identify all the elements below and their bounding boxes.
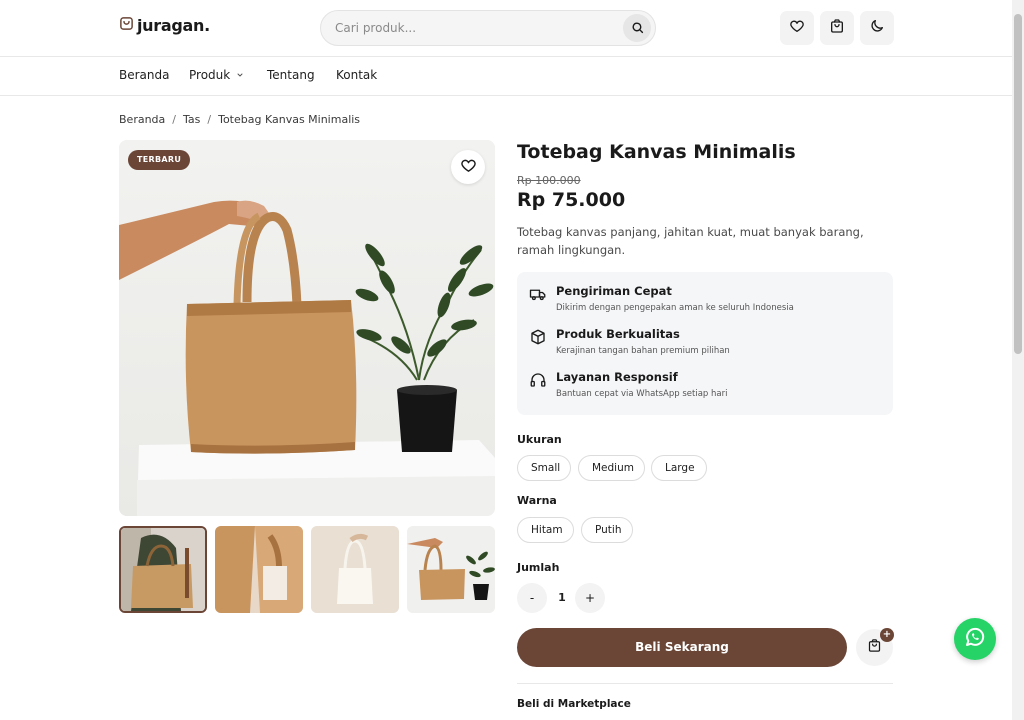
product-thumbnail-3[interactable] bbox=[311, 526, 399, 613]
main-nav: Beranda Produk Tentang Kontak bbox=[0, 57, 1012, 96]
size-option-large[interactable]: Large bbox=[651, 455, 707, 481]
product-title: Totebag Kanvas Minimalis bbox=[517, 141, 796, 163]
shopping-bag-logo-icon bbox=[119, 16, 134, 35]
color-label: Warna bbox=[517, 494, 557, 507]
feature-title: Pengiriman Cepat bbox=[556, 284, 672, 298]
feature-subtitle: Bantuan cepat via WhatsApp setiap hari bbox=[556, 389, 728, 399]
buy-now-button[interactable]: Beli Sekarang bbox=[517, 628, 847, 667]
whatsapp-button[interactable] bbox=[954, 618, 996, 660]
logo[interactable]: juragan. bbox=[119, 16, 210, 35]
feature-shipping: Pengiriman Cepat Dikirim dengan pengepak… bbox=[529, 284, 794, 313]
nav-item-beranda[interactable]: Beranda bbox=[119, 68, 169, 82]
quantity-decrease-button[interactable]: - bbox=[517, 583, 547, 613]
color-option-hitam[interactable]: Hitam bbox=[517, 517, 574, 543]
nav-item-label: Beranda bbox=[119, 68, 170, 82]
breadcrumb-item-current: Totebag Kanvas Minimalis bbox=[218, 113, 361, 126]
breadcrumb-separator: / bbox=[172, 113, 176, 126]
size-label: Ukuran bbox=[517, 433, 562, 446]
search-input[interactable] bbox=[335, 11, 615, 45]
feature-title: Layanan Responsif bbox=[556, 370, 678, 384]
quantity-increase-button[interactable]: + bbox=[575, 583, 605, 613]
cart-button[interactable] bbox=[820, 11, 854, 45]
add-badge: + bbox=[880, 628, 894, 642]
product-main-image[interactable] bbox=[119, 140, 495, 516]
wishlist-button[interactable] bbox=[780, 11, 814, 45]
page-scrollbar[interactable] bbox=[1012, 0, 1024, 720]
quantity-label: Jumlah bbox=[517, 561, 560, 574]
nav-item-label: Tentang bbox=[267, 68, 315, 82]
size-option-medium[interactable]: Medium bbox=[578, 455, 645, 481]
marketplace-heading: Beli di Marketplace bbox=[517, 698, 631, 710]
product-description: Totebag kanvas panjang, jahitan kuat, mu… bbox=[517, 225, 864, 257]
quantity-value[interactable]: 1 bbox=[553, 583, 571, 613]
scrollbar-thumb[interactable] bbox=[1014, 14, 1022, 354]
favorite-button[interactable] bbox=[451, 150, 485, 184]
chevron-down-icon bbox=[236, 68, 244, 82]
feature-title: Produk Berkualitas bbox=[556, 327, 680, 341]
nav-item-label: Produk bbox=[189, 68, 231, 82]
product-thumbnail-4[interactable] bbox=[407, 526, 495, 613]
search-bar bbox=[320, 10, 656, 46]
nav-item-tentang[interactable]: Tentang bbox=[267, 68, 315, 82]
truck-icon bbox=[529, 285, 547, 303]
search-button[interactable] bbox=[623, 14, 651, 42]
breadcrumb-separator: / bbox=[207, 113, 212, 126]
heart-icon bbox=[789, 18, 805, 38]
product-thumbnail-1[interactable] bbox=[119, 526, 207, 613]
moon-icon bbox=[869, 18, 885, 38]
new-badge: TERBARU bbox=[128, 150, 191, 170]
site-header: juragan. bbox=[0, 0, 1012, 57]
nav-item-produk[interactable]: Produk bbox=[189, 68, 244, 82]
dark-mode-toggle[interactable] bbox=[860, 11, 894, 45]
feature-quality: Produk Berkualitas Kerajinan tangan baha… bbox=[529, 327, 730, 356]
section-divider bbox=[517, 683, 893, 684]
search-icon bbox=[631, 19, 644, 38]
nav-item-label: Kontak bbox=[336, 68, 378, 82]
original-price: Rp 100.000 bbox=[517, 174, 581, 187]
breadcrumb-item-tas[interactable]: Tas bbox=[183, 113, 200, 126]
shopping-bag-icon bbox=[829, 18, 845, 38]
nav-item-kontak[interactable]: Kontak bbox=[336, 68, 377, 82]
feature-support: Layanan Responsif Bantuan cepat via What… bbox=[529, 370, 727, 399]
breadcrumb: Beranda / Tas / Totebag Kanvas Minimalis bbox=[119, 113, 360, 126]
shopping-bag-icon bbox=[867, 638, 882, 657]
color-option-putih[interactable]: Putih bbox=[581, 517, 633, 543]
sale-price: Rp 75.000 bbox=[517, 189, 626, 211]
heart-icon bbox=[460, 157, 477, 178]
feature-subtitle: Dikirim dengan pengepakan aman ke seluru… bbox=[556, 303, 794, 313]
size-option-small[interactable]: Small bbox=[517, 455, 571, 481]
box-icon bbox=[529, 328, 547, 346]
quantity-stepper: - 1 + bbox=[517, 583, 605, 613]
breadcrumb-item-beranda[interactable]: Beranda bbox=[119, 113, 165, 126]
product-thumbnail-2[interactable] bbox=[215, 526, 303, 613]
whatsapp-icon bbox=[963, 625, 987, 653]
logo-text: juragan. bbox=[137, 16, 210, 35]
headphones-icon bbox=[529, 371, 547, 389]
features-box: Pengiriman Cepat Dikirim dengan pengepak… bbox=[517, 272, 893, 415]
feature-subtitle: Kerajinan tangan bahan premium pilihan bbox=[556, 346, 730, 356]
